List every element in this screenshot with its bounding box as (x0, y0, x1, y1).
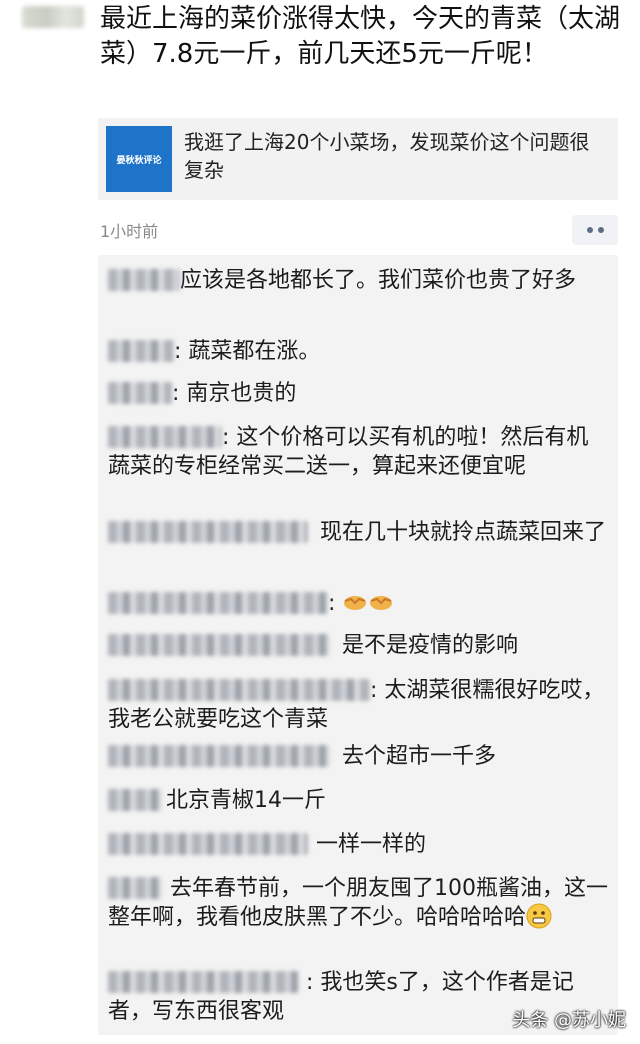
comment-item[interactable]: 现在几十块就拎点蔬菜回来了 (108, 518, 608, 547)
dot (597, 227, 604, 233)
shared-article-card[interactable]: 晏秋秋评论 我逛了上海20个小菜场，发现菜价这个问题很复杂 (98, 118, 618, 200)
commenter-name-blurred (108, 877, 162, 899)
commenter-name-blurred (108, 382, 172, 404)
comment-item[interactable]: 一样一样的 (108, 830, 608, 859)
comment-text: 应该是各地都长了。我们菜价也贵了好多 (180, 268, 577, 293)
grimacing-emoji (526, 903, 552, 929)
commenter-name-blurred (108, 634, 330, 656)
commenter-name-blurred (108, 971, 298, 993)
more-dots-icon[interactable] (572, 215, 618, 245)
comment-item[interactable]: : 南京也贵的 (108, 379, 608, 408)
comment-text: 去个超市一千多 (342, 744, 497, 769)
comment-item[interactable]: : 太湖菜很糯很好吃哎，我老公就要吃这个青菜 (108, 676, 608, 734)
article-title: 我逛了上海20个小菜场，发现菜价这个问题很复杂 (184, 130, 590, 182)
comment-item[interactable]: : 蔬菜都在涨。 (108, 337, 608, 366)
comment-item[interactable]: : 这个价格可以买有机的啦！然后有机蔬菜的专柜经常买二送一，算起来还便宜呢 (108, 423, 608, 481)
comment-item[interactable]: : (108, 589, 608, 618)
user-avatar-blurred[interactable] (22, 6, 84, 28)
comment-text: 现在几十块就拎点蔬菜回来了 (320, 520, 607, 545)
handshake-emoji (344, 596, 367, 610)
commenter-name-blurred (108, 789, 162, 811)
watermark: 头条 @苏小妮 (512, 1010, 626, 1031)
comment-item[interactable]: 北京青椒14一斤 (108, 786, 608, 815)
commenter-name-blurred (108, 679, 370, 701)
commenter-name-blurred (108, 592, 328, 614)
commenter-name-blurred (108, 340, 174, 362)
post-text: 最近上海的菜价涨得太快，今天的青菜（太湖菜）7.8元一斤，前几天还5元一斤呢！ (100, 4, 621, 69)
comment-list: 应该是各地都长了。我们菜价也贵了好多 : 蔬菜都在涨。 : 南京也贵的 : 这个… (98, 255, 618, 1035)
post-time: 1小时前 (100, 222, 159, 241)
comment-item[interactable]: 去个超市一千多 (108, 742, 608, 771)
comment-text: 一样一样的 (316, 832, 427, 857)
comment-item[interactable]: 去年春节前，一个朋友囤了100瓶酱油，这一整年啊，我看他皮肤黑了不少。哈哈哈哈哈 (108, 874, 608, 932)
handshake-emoji (370, 596, 393, 610)
comment-text: 是不是疫情的影响 (342, 633, 519, 658)
comment-text: : 南京也贵的 (172, 381, 297, 406)
commenter-name-blurred (108, 521, 308, 543)
article-thumbnail: 晏秋秋评论 (106, 126, 172, 192)
comment-text: 北京青椒14一斤 (166, 788, 326, 813)
commenter-name-blurred (108, 426, 222, 448)
commenter-name-blurred (108, 745, 330, 767)
comment-item[interactable]: 应该是各地都长了。我们菜价也贵了好多 (108, 266, 608, 295)
comment-text: : 蔬菜都在涨。 (174, 339, 321, 364)
commenter-name-blurred (108, 833, 308, 855)
comment-item[interactable]: 是不是疫情的影响 (108, 631, 608, 660)
dot (586, 227, 593, 233)
comment-text: : (328, 591, 343, 616)
commenter-name-blurred (108, 269, 180, 291)
